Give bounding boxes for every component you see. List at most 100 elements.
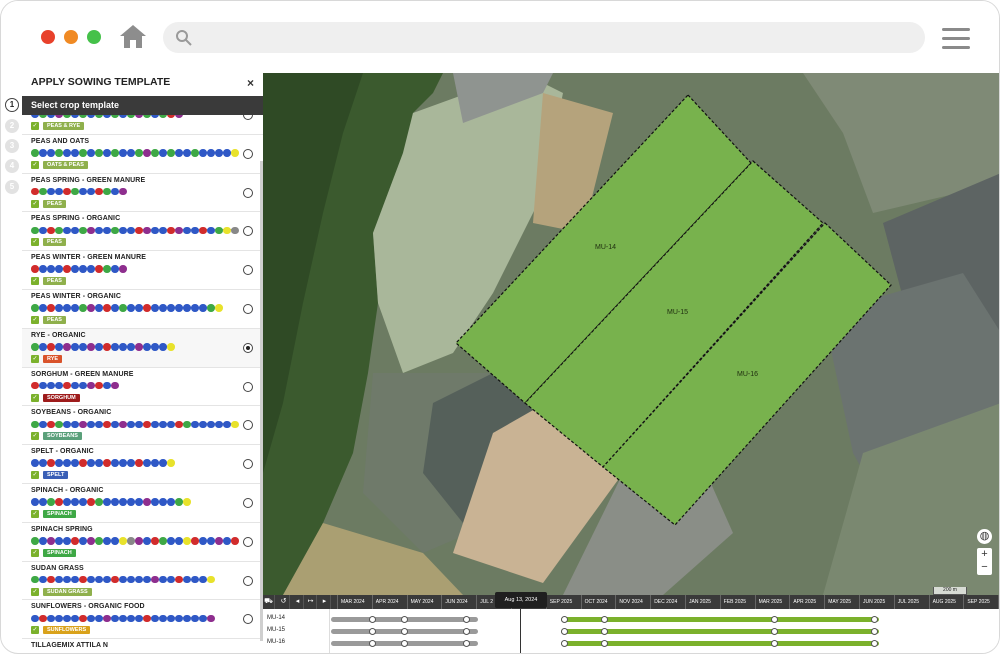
step-2[interactable]: 2 [5,119,19,133]
crop-dot [119,187,127,196]
checkbox-icon[interactable]: ✓ [31,354,39,363]
checkbox-icon[interactable]: ✓ [31,432,39,441]
step-5[interactable]: 5 [5,180,19,194]
crop-dot [39,381,47,390]
template-item[interactable]: RYE - ORGANIC ✓ RYE [22,328,263,368]
crop-dot [47,149,55,157]
checkbox-icon[interactable]: ✓ [31,238,39,247]
timeline-cursor-date[interactable]: Aug 13, 2024 [495,592,547,608]
hamburger-menu-icon[interactable] [942,28,970,50]
fit-icon[interactable]: ↦ [305,595,317,609]
address-bar[interactable] [163,22,925,53]
template-item[interactable]: SORGHUM - GREEN MANURE ✓ SORGHUM [22,368,263,407]
template-item[interactable]: PEAS WINTER - GREEN MANURE ✓ PEAS [22,251,263,290]
crop-tag: PEAS [43,238,66,247]
checkbox-icon[interactable]: ✓ [31,199,39,208]
satellite-map[interactable]: MU-14 MU-15 MU-16 ◍ + − 200 m [263,73,1000,595]
crop-dot [207,537,215,545]
checkbox-icon[interactable]: ✓ [31,393,39,402]
template-radio[interactable] [243,497,253,508]
crop-dot [55,614,63,623]
template-item[interactable]: ✓ PEAS & RYE [22,115,263,135]
template-name: PEAS SPRING - GREEN MANURE [31,176,146,184]
browser-toolbar [1,1,999,73]
minimize-window-button[interactable] [64,30,78,44]
crop-dot [71,265,79,273]
timeline-row-mu-14[interactable]: MU-14 [263,614,999,626]
template-item[interactable]: SUDAN GRASS ✓ SUDAN GRASS [22,562,263,601]
template-item[interactable]: SOYBEANS - ORGANIC ✓ SOYBEANS [22,406,263,446]
template-radio[interactable] [243,459,253,470]
crop-dot [159,498,167,506]
template-item[interactable]: PEAS SPRING - GREEN MANURE ✓ PEAS [22,174,263,213]
next-icon[interactable]: ▸ [319,595,331,609]
checkbox-icon[interactable]: ✓ [31,315,39,324]
template-item[interactable]: SUNFLOWERS - ORGANIC FOOD ✓ SUNFLOWERS [22,600,263,640]
maximize-window-button[interactable] [87,30,101,44]
crop-dot [63,265,71,273]
crop-dot [143,459,151,467]
crop-dot [119,498,127,506]
timeline-row-mu-16[interactable]: MU-16 [263,638,999,650]
step-4[interactable]: 4 [5,159,19,173]
template-item[interactable]: SPINACH - ORGANIC ✓ SPINACH [22,484,263,523]
map-canvas[interactable]: MU-14 MU-15 MU-16 [263,73,1000,595]
checkbox-icon[interactable]: ✓ [31,471,39,480]
crop-dot [55,187,63,196]
step-3[interactable]: 3 [5,139,19,153]
template-radio[interactable] [243,420,253,431]
crop-dot [79,304,87,312]
template-item[interactable]: PEAS WINTER - ORGANIC ✓ PEAS [22,290,263,329]
home-icon[interactable] [119,23,147,49]
template-item[interactable]: PEAS SPRING - ORGANIC ✓ PEAS [22,212,263,252]
template-radio[interactable] [243,187,253,198]
field-label-mu-14[interactable]: MU-14 [595,244,616,251]
prev-icon[interactable]: ◂ [292,595,304,609]
timeline-month-label: MAR 2025 [754,595,790,609]
zoom-out-button[interactable]: − [977,561,992,574]
checkbox-icon[interactable]: ✓ [31,122,39,130]
field-label-mu-15[interactable]: MU-15 [667,309,688,316]
checkbox-icon[interactable]: ✓ [31,626,39,635]
crop-dot [167,226,175,235]
template-radio[interactable] [243,536,253,547]
step-1[interactable]: 1 [5,98,19,112]
crop-dot [47,265,55,273]
reset-icon[interactable]: ↺ [278,595,290,609]
crop-dot [175,575,183,584]
checkbox-icon[interactable]: ✓ [31,587,39,596]
checkbox-icon[interactable]: ✓ [31,509,39,518]
crop-dot [47,381,55,390]
template-radio[interactable] [243,303,253,314]
template-radio[interactable] [243,575,253,586]
template-radio[interactable] [243,265,253,276]
checkbox-icon[interactable]: ✓ [31,548,39,557]
timeline-row-mu-15[interactable]: MU-15 [263,626,999,638]
crop-dot [143,115,151,118]
template-radio[interactable] [243,381,253,392]
template-radio[interactable] [243,614,253,625]
tractor-icon[interactable]: ⛟ [263,595,275,609]
field-label-mu-16[interactable]: MU-16 [737,371,758,378]
template-item[interactable]: PEAS AND OATS ✓ OATS & PEAS [22,135,263,174]
globe-icon[interactable]: ◍ [977,529,992,544]
template-list[interactable]: ✓ PEAS & RYE PEAS AND OATS ✓ OATS & PEAS PEAS… [22,115,263,653]
season-timeline[interactable]: ⛟ ↺ ◂ ↦ ▸ MAR 2024 APR 2024 MAY 2024 JUN 20… [263,592,999,653]
checkbox-icon[interactable]: ✓ [31,160,39,169]
template-item[interactable]: SPINACH SPRING ✓ SPINACH [22,523,263,562]
checkbox-icon[interactable]: ✓ [31,277,39,286]
close-icon[interactable]: × [247,76,254,90]
crop-dot [215,420,223,429]
template-radio[interactable] [243,342,253,353]
template-radio[interactable] [243,226,253,237]
template-item[interactable]: TILLAGEMIX ATTILA N [22,639,263,653]
crop-dot [159,575,167,584]
template-radio[interactable] [243,148,253,159]
template-item[interactable]: SPELT - ORGANIC ✓ SPELT [22,445,263,484]
template-radio[interactable] [243,115,253,120]
crop-dot [119,265,127,273]
template-name: PEAS WINTER - GREEN MANURE [31,254,146,262]
close-window-button[interactable] [41,30,55,44]
crop-dot [199,575,207,584]
zoom-in-button[interactable]: + [977,548,992,561]
